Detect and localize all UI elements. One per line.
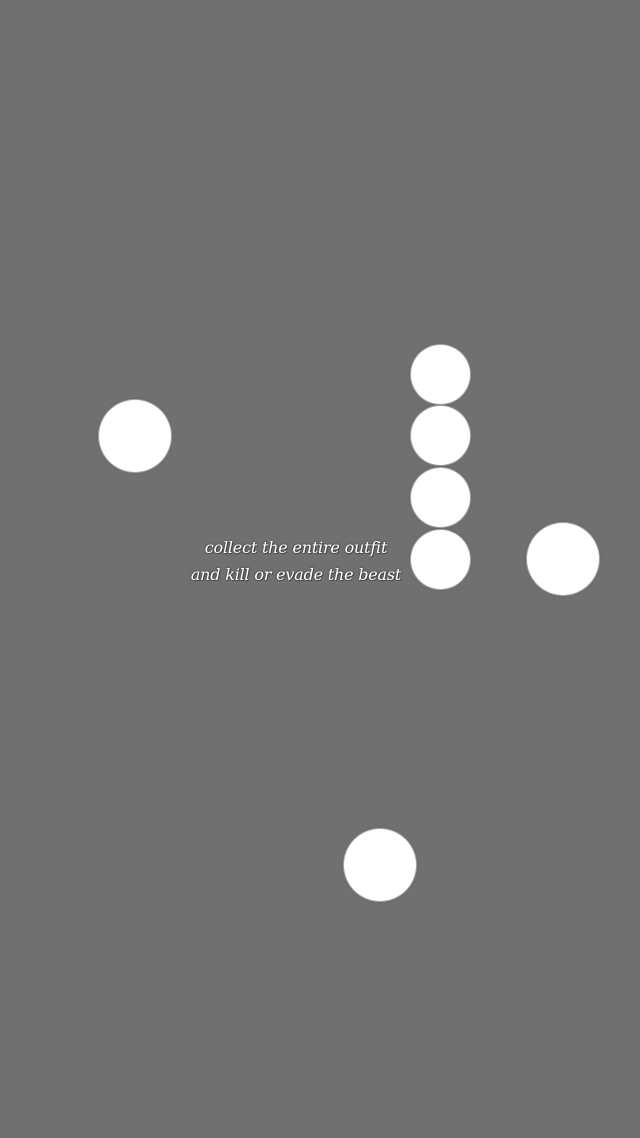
game-canvas[interactable]: collect the entire outfit and kill or ev…	[0, 0, 640, 1138]
orb-left[interactable]	[99, 400, 171, 472]
outfit-slot-1	[411, 345, 470, 404]
orb-right[interactable]	[527, 523, 599, 595]
orb-bottom[interactable]	[344, 829, 416, 901]
instructions-line-1: collect the entire outfit	[204, 538, 388, 557]
outfit-slot-2	[411, 406, 470, 465]
outfit-slot-3	[411, 468, 470, 527]
instructions-line-2: and kill or evade the beast	[190, 565, 402, 584]
instructions-text: collect the entire outfit and kill or ev…	[170, 534, 422, 588]
